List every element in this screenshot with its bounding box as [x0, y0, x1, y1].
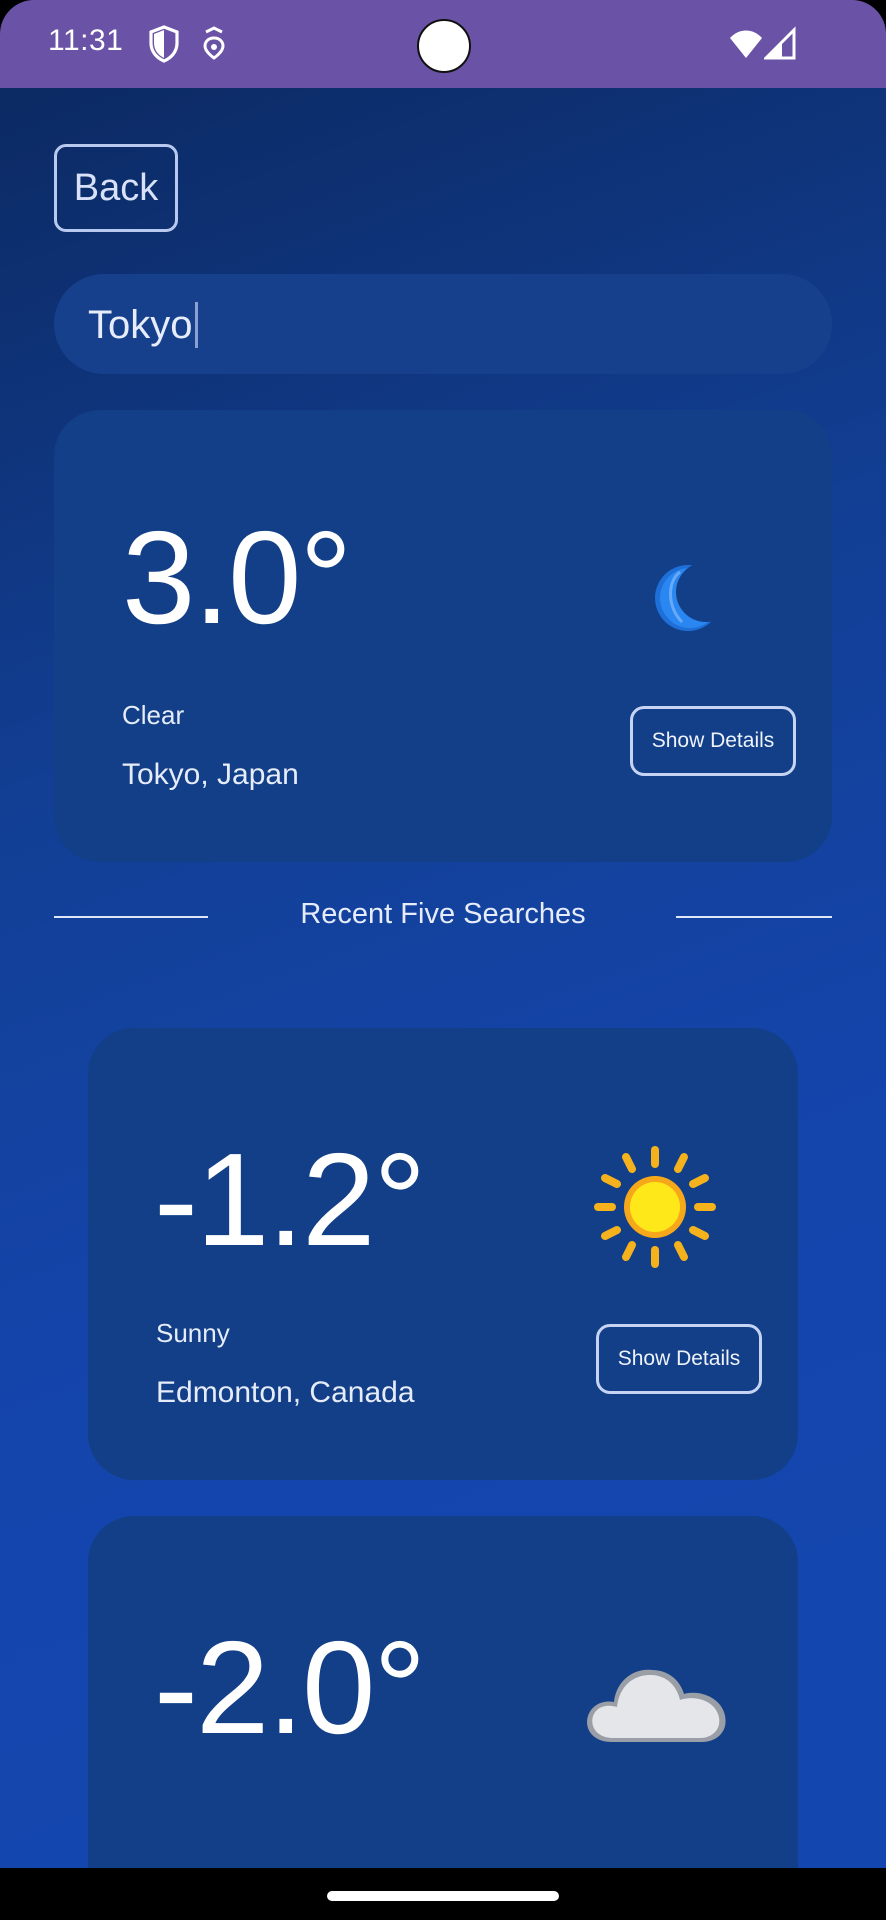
recent-searches-title: Recent Five Searches [300, 898, 586, 930]
divider-right [676, 916, 832, 918]
current-temperature: 3.0° [122, 504, 352, 651]
status-bar: 11:31 [0, 0, 886, 88]
wifi-icon [730, 30, 762, 58]
search-input[interactable]: Tokyo [54, 274, 832, 374]
shield-icon [149, 25, 179, 63]
show-details-button[interactable]: Show Details [630, 706, 796, 776]
current-weather-card: 3.0° Clear Tokyo, Japan Show Details [54, 410, 832, 862]
recent-search-card: -2.0° [88, 1516, 798, 1868]
recent-search-card: -1.2° Sunny Edmonton, Canada Show Detail… [88, 1028, 798, 1480]
data-saver-icon [203, 26, 225, 60]
text-cursor [194, 302, 198, 348]
front-camera [417, 19, 471, 73]
search-input-value: Tokyo [88, 302, 193, 347]
recent-condition: Sunny [156, 1318, 230, 1348]
back-button[interactable]: Back [54, 144, 178, 232]
moon-icon [655, 562, 730, 631]
app-screen: Back Tokyo 3.0° Clear Tokyo, Japan Show … [0, 88, 886, 1868]
recent-location: Edmonton, Canada [156, 1376, 415, 1409]
recent-temperature: -2.0° [154, 1614, 426, 1761]
recent-temperature: -1.2° [154, 1126, 426, 1273]
show-details-button[interactable]: Show Details [596, 1324, 762, 1394]
status-time: 11:31 [48, 24, 124, 57]
signal-icon [764, 26, 796, 60]
current-condition: Clear [122, 700, 185, 730]
home-indicator[interactable] [327, 1891, 559, 1901]
sun-icon [594, 1146, 716, 1268]
current-location: Tokyo, Japan [122, 758, 299, 791]
cloud-icon [587, 1669, 726, 1742]
